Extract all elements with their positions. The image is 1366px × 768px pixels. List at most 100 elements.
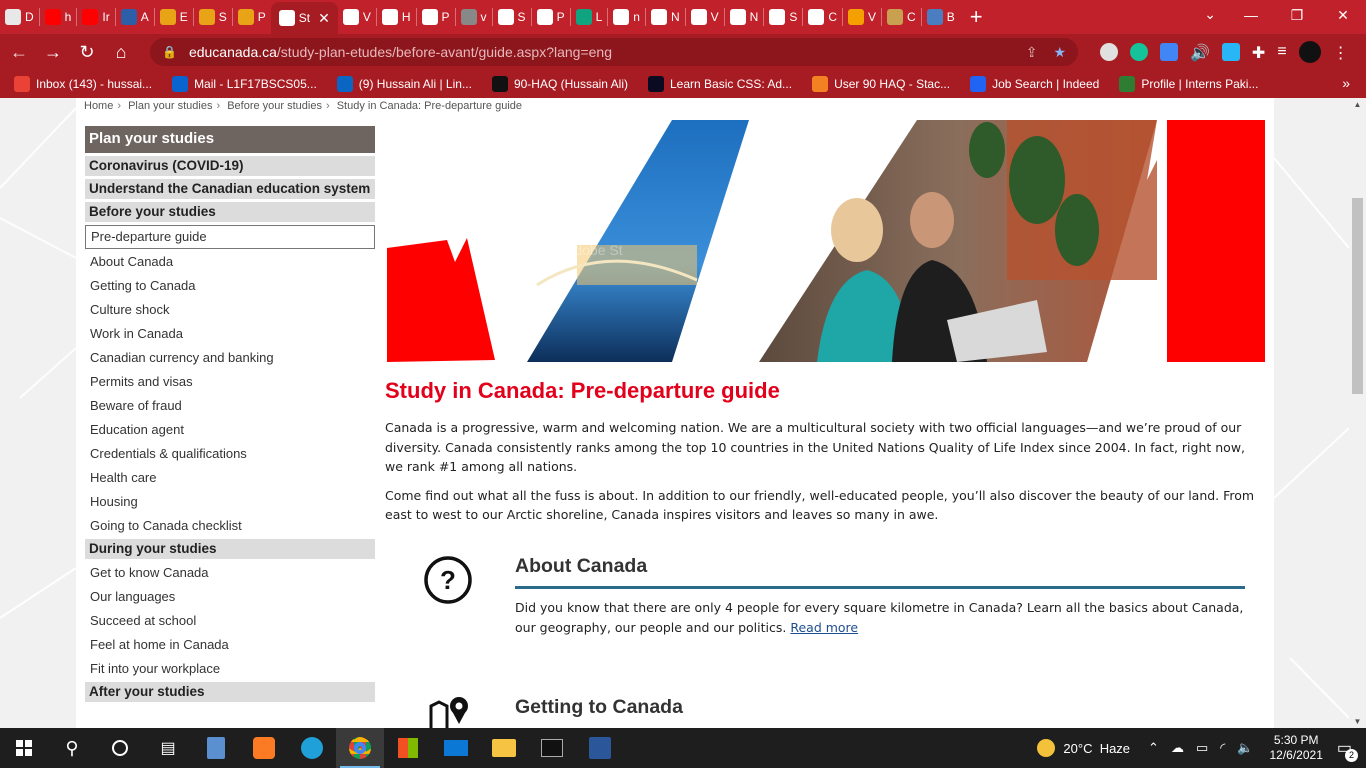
bookmark-item[interactable]: Learn Basic CSS: Ad... <box>648 76 792 92</box>
sidebar-section[interactable]: Before your studies <box>85 202 375 222</box>
browser-tab[interactable]: P <box>417 3 455 31</box>
bookmark-item[interactable]: (9) Hussain Ali | Lin... <box>336 76 472 92</box>
breadcrumb-plan[interactable]: Plan your studies <box>128 100 212 112</box>
sidebar-item[interactable]: Going to Canada checklist <box>85 515 375 539</box>
volume-icon[interactable]: 🔈 <box>1237 740 1253 756</box>
browser-tab[interactable]: L <box>571 3 608 31</box>
taskbar-terminal[interactable] <box>528 728 576 768</box>
bookmark-item[interactable]: User 90 HAQ - Stac... <box>812 76 950 92</box>
sidebar-item[interactable]: Pre-departure guide <box>85 225 375 249</box>
browser-tab[interactable]: N <box>646 3 685 31</box>
sidebar-item[interactable]: Permits and visas <box>85 371 375 395</box>
taskbar-edge[interactable] <box>288 728 336 768</box>
new-tab-plus-icon[interactable]: + <box>970 4 983 30</box>
onedrive-cloud-icon[interactable]: ☁ <box>1171 740 1184 756</box>
back-arrow-icon[interactable]: ← <box>4 42 34 63</box>
bookmark-item[interactable]: Mail - L1F17BSCS05... <box>172 76 317 92</box>
sidebar-item[interactable]: About Canada <box>85 251 375 275</box>
topic-title[interactable]: Getting to Canada <box>515 696 683 719</box>
browser-tab[interactable]: H <box>377 3 416 31</box>
browser-tab[interactable]: S <box>493 3 531 31</box>
page-scrollbar[interactable]: ▲ ▼ <box>1349 98 1366 728</box>
scroll-down-arrow-icon[interactable]: ▼ <box>1349 717 1366 726</box>
browser-tab[interactable]: C <box>803 3 842 31</box>
weather-text[interactable]: 20°C Haze <box>1063 741 1130 756</box>
browser-tab[interactable]: E <box>155 3 193 31</box>
close-tab-icon[interactable]: ✕ <box>318 10 330 27</box>
taskbar-xampp[interactable] <box>240 728 288 768</box>
battery-icon[interactable]: ▭ <box>1196 740 1208 756</box>
audio-icon[interactable]: 🔊 <box>1190 43 1210 62</box>
sidebar-item[interactable]: Beware of fraud <box>85 395 375 419</box>
clock[interactable]: 5:30 PM 12/6/2021 <box>1269 733 1322 763</box>
tab-search-chevron-icon[interactable]: ⌄ <box>1204 6 1216 23</box>
tray-chevron-up-icon[interactable]: ⌃ <box>1148 740 1159 756</box>
home-icon[interactable]: ⌂ <box>106 42 136 63</box>
bookmark-item[interactable]: Job Search | Indeed <box>970 76 1099 92</box>
grammarly-icon[interactable] <box>1130 43 1148 61</box>
translate-icon[interactable] <box>1160 43 1178 61</box>
scroll-up-arrow-icon[interactable]: ▲ <box>1349 100 1366 109</box>
sidebar-item[interactable]: Culture shock <box>85 299 375 323</box>
close-window-icon[interactable]: ✕ <box>1320 0 1366 30</box>
browser-tab[interactable]: P <box>233 3 271 31</box>
sidebar-item[interactable]: Getting to Canada <box>85 275 375 299</box>
scrollbar-thumb[interactable] <box>1352 198 1363 394</box>
browser-tab[interactable]: D <box>0 3 39 31</box>
taskbar-explorer[interactable] <box>480 728 528 768</box>
sidebar-item[interactable]: Work in Canada <box>85 323 375 347</box>
forward-arrow-icon[interactable]: → <box>38 42 68 63</box>
taskbar-store[interactable] <box>384 728 432 768</box>
browser-tab[interactable]: Ir <box>77 3 114 31</box>
sidebar-item[interactable]: Canadian currency and banking <box>85 347 375 371</box>
breadcrumb-before[interactable]: Before your studies <box>227 100 322 112</box>
bookmark-item[interactable]: Inbox (143) - hussai... <box>14 76 152 92</box>
sidebar-item[interactable]: Our languages <box>85 586 375 610</box>
sidebar-item[interactable]: Education agent <box>85 419 375 443</box>
puzzle-icon[interactable]: ✚ <box>1252 43 1265 62</box>
reading-list-icon[interactable]: ≡ <box>1277 43 1286 61</box>
browser-tab[interactable]: V <box>843 3 881 31</box>
taskbar-calculator[interactable] <box>192 728 240 768</box>
taskbar-chrome[interactable] <box>336 728 384 768</box>
topic-title[interactable]: About Canada <box>515 555 647 578</box>
sidebar-item[interactable]: Feel at home in Canada <box>85 634 375 658</box>
browser-tab[interactable]: P <box>532 3 570 31</box>
browser-tab[interactable]: V <box>686 3 724 31</box>
sidebar-section[interactable]: During your studies <box>85 539 375 559</box>
browser-tab[interactable]: v <box>456 3 492 31</box>
sidebar-item[interactable]: Succeed at school <box>85 610 375 634</box>
read-more-link[interactable]: Read more <box>790 620 858 635</box>
sidebar-item[interactable]: Get to know Canada <box>85 562 375 586</box>
address-bar[interactable]: 🔒 educanada.ca /study-plan-etudes/before… <box>150 38 1078 66</box>
minimize-icon[interactable]: — <box>1228 0 1274 30</box>
task-view-button[interactable]: ▤ <box>144 728 192 768</box>
pen-icon[interactable] <box>1221 43 1240 61</box>
sidebar-section[interactable]: Coronavirus (COVID-19) <box>85 156 375 176</box>
cortana-button[interactable] <box>96 728 144 768</box>
profile-avatar[interactable] <box>1298 41 1321 63</box>
browser-tab[interactable]: h <box>40 3 77 31</box>
sidebar-item[interactable]: Health care <box>85 467 375 491</box>
bookmark-star-icon[interactable]: ★ <box>1053 44 1066 61</box>
restore-icon[interactable]: ❐ <box>1274 0 1320 30</box>
lock-icon[interactable]: 🔒 <box>162 45 177 59</box>
browser-tab[interactable]: S <box>764 3 802 31</box>
bookmark-item[interactable]: Profile | Interns Paki... <box>1119 76 1258 92</box>
browser-tab[interactable]: N <box>725 3 764 31</box>
sidebar-section[interactable]: Understand the Canadian education system <box>85 179 375 199</box>
share-icon[interactable]: ⇪ <box>1026 44 1038 61</box>
sidebar-item[interactable]: Fit into your workplace <box>85 658 375 682</box>
browser-tab[interactable]: n <box>608 3 645 31</box>
bookmarks-overflow-icon[interactable]: » <box>1342 75 1350 91</box>
menu-kebab-icon[interactable]: ⋮ <box>1333 43 1349 62</box>
extension-icon[interactable] <box>1100 43 1118 61</box>
sidebar-title[interactable]: Plan your studies <box>85 126 375 153</box>
breadcrumb-home[interactable]: Home <box>84 100 113 112</box>
search-button[interactable]: ⚲ <box>48 728 96 768</box>
bookmark-item[interactable]: 90-HAQ (Hussain Ali) <box>491 76 628 92</box>
browser-tab[interactable]: B <box>922 3 960 31</box>
browser-tab[interactable]: A <box>116 3 154 31</box>
browser-tab[interactable]: C <box>882 3 921 31</box>
taskbar-word[interactable] <box>576 728 624 768</box>
